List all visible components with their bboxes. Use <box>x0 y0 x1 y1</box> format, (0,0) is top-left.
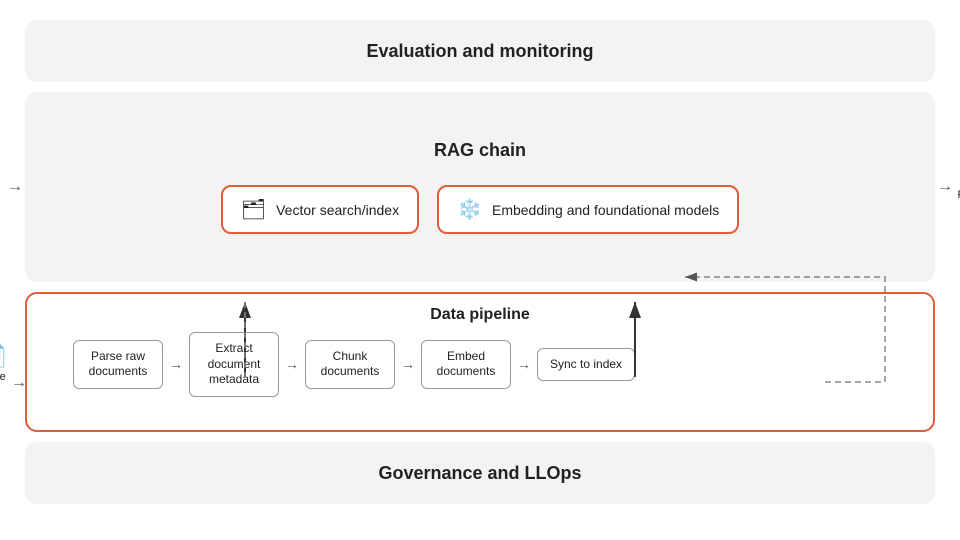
rag-section: RAG chain 🗂 Vector search/index ❄️ Embed… <box>25 92 935 282</box>
arrow-2: → <box>285 356 299 372</box>
step-parse: Parse raw documents <box>73 340 163 389</box>
rag-panel: RAG chain 🗂 Vector search/index ❄️ Embed… <box>25 92 935 282</box>
response-arrow: → <box>937 178 953 196</box>
snowflake-icon: ❄️ <box>457 197 482 222</box>
governance-label: Governance and LLOps <box>378 463 581 484</box>
vector-search-label: Vector search/index <box>276 202 399 218</box>
pipeline-steps: Parse raw documents → Extract document m… <box>73 332 635 397</box>
embedding-label: Embedding and foundational models <box>492 202 719 218</box>
enterprise-arrow: → <box>11 374 27 392</box>
data-pipeline-title: Data pipeline <box>43 306 917 324</box>
governance-panel: Governance and LLOps <box>25 442 935 504</box>
step-sync: Sync to index <box>537 348 635 382</box>
arrow-1: → <box>169 356 183 372</box>
eval-label: Evaluation and monitoring <box>366 41 593 62</box>
step-extract: Extract document metadata <box>189 332 279 397</box>
main-diagram: Evaluation and monitoring RAG chain 🗂 Ve… <box>15 10 945 530</box>
arrow-4: → <box>517 356 531 372</box>
step-embed: Embed documents <box>421 340 511 389</box>
enterprise-label: Enterprise data <box>0 371 6 395</box>
enterprise-icon: 🗃📄 <box>0 343 8 369</box>
layers-icon: 🗂 <box>241 197 266 222</box>
embedding-box: ❄️ Embedding and foundational models <box>437 185 739 234</box>
user-arrow: → <box>7 178 23 196</box>
data-section: Data pipeline Parse raw documents → Extr… <box>25 292 935 432</box>
enterprise-data: 🗃📄 Enterprise data <box>0 343 8 395</box>
arrow-3: → <box>401 356 415 372</box>
vector-search-box: 🗂 Vector search/index <box>221 185 419 234</box>
data-pipeline-panel: Data pipeline Parse raw documents → Extr… <box>25 292 935 432</box>
step-chunk: Chunk documents <box>305 340 395 389</box>
rag-title: RAG chain <box>45 140 915 161</box>
eval-panel: Evaluation and monitoring <box>25 20 935 82</box>
rag-inner: 🗂 Vector search/index ❄️ Embedding and f… <box>45 185 915 234</box>
